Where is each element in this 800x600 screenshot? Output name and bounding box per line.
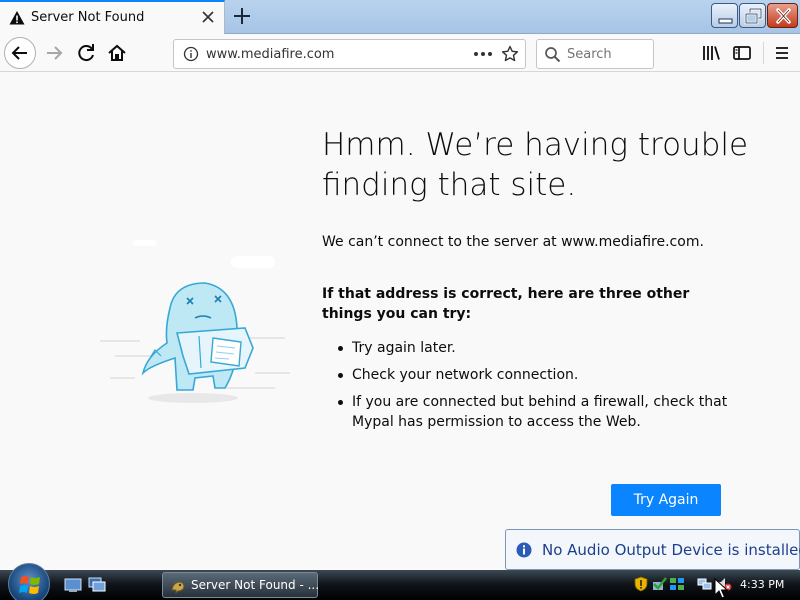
tab-title: Server Not Found (31, 10, 145, 25)
address-bar[interactable]: www.mediafire.com (173, 39, 526, 69)
search-input[interactable] (567, 45, 647, 63)
site-info-icon[interactable] (183, 46, 199, 62)
try-again-button[interactable]: Try Again (611, 484, 721, 516)
network-grid-icon[interactable] (669, 576, 685, 592)
hamburger-menu-icon[interactable] (768, 39, 796, 67)
sidebar-icon[interactable] (728, 39, 756, 67)
suggestion-item: Try again later. (322, 338, 732, 358)
close-window-button[interactable] (767, 3, 798, 28)
taskbar-window-button[interactable]: Server Not Found - ... (162, 572, 320, 598)
close-tab-icon[interactable] (200, 9, 216, 25)
security-alert-icon[interactable] (633, 576, 649, 592)
tab-server-not-found[interactable]: Server Not Found (0, 0, 225, 34)
dinosaur-illustration (100, 240, 290, 403)
toolbar-divider (763, 42, 764, 64)
forward-button[interactable] (40, 39, 68, 67)
show-desktop-icon[interactable] (64, 577, 82, 593)
bookmark-star-icon[interactable] (501, 45, 519, 63)
search-box[interactable] (536, 39, 654, 69)
minimize-button[interactable] (711, 3, 738, 28)
back-button[interactable] (4, 37, 36, 69)
browser-app-icon (171, 581, 185, 594)
taskbar: Server Not Found - ... 4:33 PM (0, 563, 800, 600)
error-page: Hmm. We’re having trouble finding that s… (0, 73, 800, 570)
home-icon[interactable] (103, 39, 131, 67)
windows-logo-icon (19, 576, 40, 594)
new-tab-icon[interactable] (231, 5, 253, 27)
arrow-left-icon (11, 46, 27, 60)
library-icon[interactable] (697, 39, 725, 67)
error-hint: If that address is correct, here are thr… (322, 286, 690, 322)
switch-windows-icon[interactable] (88, 577, 106, 593)
clock[interactable]: 4:33 PM (740, 578, 784, 591)
search-icon (545, 47, 561, 63)
taskbar-window-title: Server Not Found - ... (191, 578, 320, 592)
tab-strip: Server Not Found (0, 0, 800, 34)
notification-message: No Audio Output Device is installed. (542, 541, 800, 559)
start-button[interactable] (8, 563, 50, 600)
restore-button[interactable] (739, 3, 766, 28)
minimize-icon (718, 18, 733, 24)
suggestion-list: Try again later. Check your network conn… (322, 338, 732, 439)
error-title: Hmm. We’re having trouble finding that s… (322, 127, 749, 203)
warning-icon (9, 11, 25, 25)
antivirus-icon[interactable] (651, 576, 667, 592)
suggestion-item: If you are connected but behind a firewa… (322, 392, 732, 432)
navigation-toolbar: www.mediafire.com (0, 34, 800, 72)
notification-balloon[interactable]: No Audio Output Device is installed. (505, 529, 800, 570)
page-actions-icon[interactable] (472, 46, 494, 62)
close-icon (776, 8, 791, 24)
network-connection-icon[interactable] (697, 576, 713, 592)
suggestion-item: Check your network connection. (322, 365, 732, 385)
info-icon (516, 542, 532, 558)
mouse-cursor-icon (714, 578, 728, 599)
error-description: We can’t connect to the server at www.me… (322, 234, 704, 250)
reload-icon[interactable] (72, 39, 100, 67)
restore-icon (744, 7, 763, 25)
url-text[interactable]: www.mediafire.com (206, 47, 334, 62)
